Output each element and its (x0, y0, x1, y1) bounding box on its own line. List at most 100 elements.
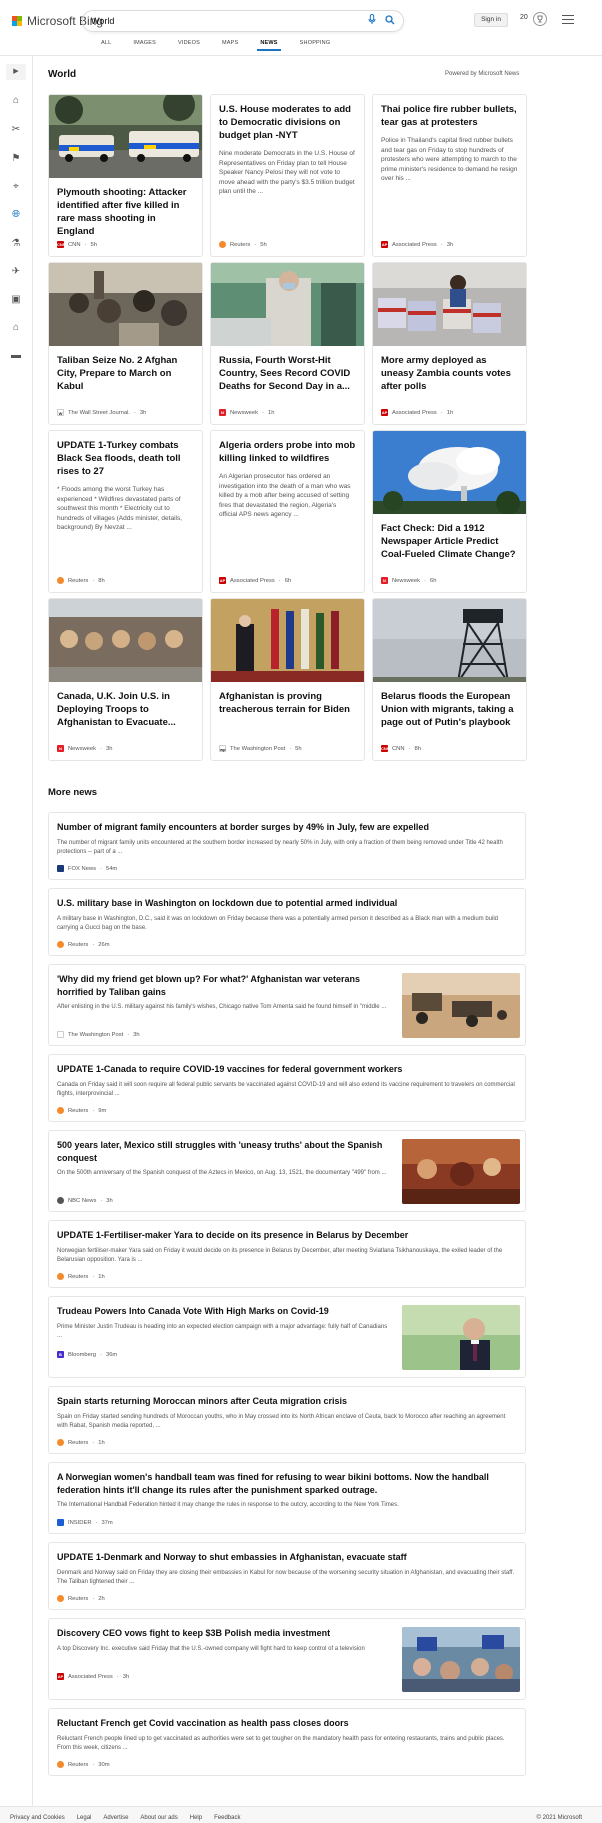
hamburger-menu-icon[interactable] (562, 15, 574, 27)
newsweek-logo-icon: N (57, 745, 64, 752)
search-box[interactable] (82, 10, 404, 32)
tab-all[interactable]: ALL (90, 40, 122, 51)
footer-link-advertise[interactable]: Advertise (103, 1815, 128, 1821)
news-card[interactable]: UPDATE 1-Turkey combats Black Sea floods… (48, 430, 203, 593)
item-meta: Reuters · 2h (57, 1595, 105, 1602)
news-list-item[interactable]: U.S. military base in Washington on lock… (48, 888, 526, 956)
news-list-item[interactable]: Spain starts returning Moroccan minors a… (48, 1386, 526, 1454)
item-title[interactable]: Reluctant French get Covid vaccination a… (57, 1717, 517, 1730)
card-title[interactable]: More army deployed as uneasy Zambia coun… (373, 354, 526, 393)
footer-link-legal[interactable]: Legal (77, 1815, 92, 1821)
globe-icon[interactable]: 🌐︎ (10, 209, 22, 221)
news-list-item[interactable]: UPDATE 1-Denmark and Norway to shut emba… (48, 1542, 526, 1610)
news-card[interactable]: Russia, Fourth Worst-Hit Country, Sees R… (210, 262, 365, 425)
news-image-mural (49, 599, 202, 682)
news-card[interactable]: Plymouth shooting: Attacker identified a… (48, 94, 203, 257)
news-card[interactable]: Belarus floods the European Union with m… (372, 598, 527, 761)
news-list-item[interactable]: Discovery CEO vows fight to keep $3B Pol… (48, 1618, 526, 1700)
news-card[interactable]: Taliban Seize No. 2 Afghan City, Prepare… (48, 262, 203, 425)
item-title[interactable]: Discovery CEO vows fight to keep $3B Pol… (57, 1627, 392, 1640)
item-title[interactable]: Trudeau Powers Into Canada Vote With Hig… (57, 1305, 392, 1318)
item-title[interactable]: 'Why did my friend get blown up? For wha… (57, 973, 392, 998)
card-title[interactable]: Belarus floods the European Union with m… (373, 690, 526, 729)
item-title[interactable]: 500 years later, Mexico still struggles … (57, 1139, 392, 1164)
card-title[interactable]: Fact Check: Did a 1912 Newspaper Article… (373, 522, 526, 561)
flag-icon[interactable]: ⚑ (10, 153, 22, 165)
item-title[interactable]: U.S. military base in Washington on lock… (57, 897, 517, 910)
card-title[interactable]: UPDATE 1-Turkey combats Black Sea floods… (49, 439, 202, 478)
search-input[interactable] (91, 16, 368, 26)
item-meta: Reuters · 1h (57, 1273, 105, 1280)
footer-link-feedback[interactable]: Feedback (214, 1815, 240, 1821)
source-name: Reuters (68, 1273, 89, 1280)
news-card[interactable]: U.S. House moderates to add to Democrati… (210, 94, 365, 257)
news-list-item[interactable]: Reluctant French get Covid vaccination a… (48, 1708, 526, 1776)
wsj-logo-icon: W (57, 409, 64, 416)
news-list-item[interactable]: Trudeau Powers Into Canada Vote With Hig… (48, 1296, 526, 1378)
news-list-item[interactable]: UPDATE 1-Canada to require COVID-19 vacc… (48, 1054, 526, 1122)
tab-shopping[interactable]: SHOPPING (289, 40, 342, 51)
science-icon[interactable]: ⚗ (10, 238, 22, 250)
category-rail: ▶ ⌂ ✂ ⚑ ⌖ 🌐︎ ⚗ ✈ ▣ ⌂ ▬ (0, 56, 33, 1806)
home-icon[interactable]: ⌂ (10, 95, 22, 107)
sports-icon[interactable]: ▬ (10, 350, 22, 362)
search-icon[interactable] (385, 14, 395, 28)
news-card[interactable]: Algeria orders probe into mob killing li… (210, 430, 365, 593)
news-list-item[interactable]: Number of migrant family encounters at b… (48, 812, 526, 880)
cnn-logo-icon: CNN (57, 241, 66, 248)
news-image-ballot-boxes (373, 263, 526, 346)
news-card[interactable]: Fact Check: Did a 1912 Newspaper Article… (372, 430, 527, 593)
time-ago: 37m (101, 1519, 113, 1526)
news-list-item[interactable]: 500 years later, Mexico still struggles … (48, 1130, 526, 1212)
reuters-logo-icon (57, 1273, 64, 1280)
news-list-item[interactable]: A Norwegian women's handball team was fi… (48, 1462, 526, 1534)
tab-news[interactable]: NEWS (249, 40, 288, 51)
tab-maps[interactable]: MAPS (211, 40, 249, 51)
location-icon[interactable]: ⌖ (10, 181, 22, 193)
source-name: Associated Press (230, 577, 275, 584)
item-title[interactable]: UPDATE 1-Denmark and Norway to shut emba… (57, 1551, 517, 1564)
scitech-icon[interactable]: ✂ (10, 124, 22, 136)
news-card[interactable]: Thai police fire rubber bullets, tear ga… (372, 94, 527, 257)
item-title[interactable]: UPDATE 1-Canada to require COVID-19 vacc… (57, 1063, 517, 1076)
source-name: Reuters (230, 241, 251, 248)
item-snippet: After enlisting in the U.S. military aga… (57, 1004, 387, 1010)
item-title[interactable]: UPDATE 1-Fertiliser-maker Yara to decide… (57, 1229, 517, 1242)
card-title[interactable]: Russia, Fourth Worst-Hit Country, Sees R… (211, 354, 364, 393)
time-ago: 6h (284, 577, 292, 584)
footer-link-about-ads[interactable]: About our ads (140, 1815, 177, 1821)
fox-news-logo-icon (57, 865, 64, 872)
item-snippet: On the 500th anniversary of the Spanish … (57, 1170, 387, 1176)
item-thumbnail-conquest-painting (402, 1139, 520, 1204)
tab-videos[interactable]: VIDEOS (167, 40, 211, 51)
money-icon[interactable]: ⌂ (10, 322, 22, 334)
card-title[interactable]: Thai police fire rubber bullets, tear ga… (373, 103, 526, 129)
expand-icon[interactable]: ▶ (6, 64, 26, 80)
card-title[interactable]: Canada, U.K. Join U.S. in Deploying Troo… (49, 690, 202, 729)
card-title[interactable]: U.S. House moderates to add to Democrati… (211, 103, 364, 142)
item-title[interactable]: Spain starts returning Moroccan minors a… (57, 1395, 517, 1408)
entertainment-icon[interactable]: ▣ (10, 294, 22, 306)
rewards-trophy-icon[interactable] (533, 12, 547, 26)
item-snippet: The International Handball Federation hi… (57, 1502, 399, 1508)
item-title[interactable]: A Norwegian women's handball team was fi… (57, 1471, 517, 1496)
time-ago: 3h (122, 1673, 130, 1680)
sign-in-button[interactable]: Sign in (474, 13, 508, 27)
time-ago: 54m (105, 865, 118, 872)
microphone-icon[interactable] (368, 14, 376, 28)
rocket-icon[interactable]: ✈ (10, 266, 22, 278)
card-title[interactable]: Afghanistan is proving treacherous terra… (211, 690, 364, 716)
news-card[interactable]: Canada, U.K. Join U.S. in Deploying Troo… (48, 598, 203, 761)
card-title[interactable]: Algeria orders probe into mob killing li… (211, 439, 364, 465)
card-title[interactable]: Taliban Seize No. 2 Afghan City, Prepare… (49, 354, 202, 393)
news-card[interactable]: More army deployed as uneasy Zambia coun… (372, 262, 527, 425)
news-list-item[interactable]: 'Why did my friend get blown up? For wha… (48, 964, 526, 1046)
item-title[interactable]: Number of migrant family encounters at b… (57, 821, 517, 834)
footer-link-help[interactable]: Help (190, 1815, 202, 1821)
news-list-item[interactable]: UPDATE 1-Fertiliser-maker Yara to decide… (48, 1220, 526, 1288)
news-card[interactable]: Afghanistan is proving treacherous terra… (210, 598, 365, 761)
rewards-points[interactable]: 20 (520, 14, 528, 21)
card-title[interactable]: Plymouth shooting: Attacker identified a… (49, 186, 202, 238)
tab-images[interactable]: IMAGES (122, 40, 167, 51)
footer-link-privacy[interactable]: Privacy and Cookies (10, 1815, 65, 1821)
